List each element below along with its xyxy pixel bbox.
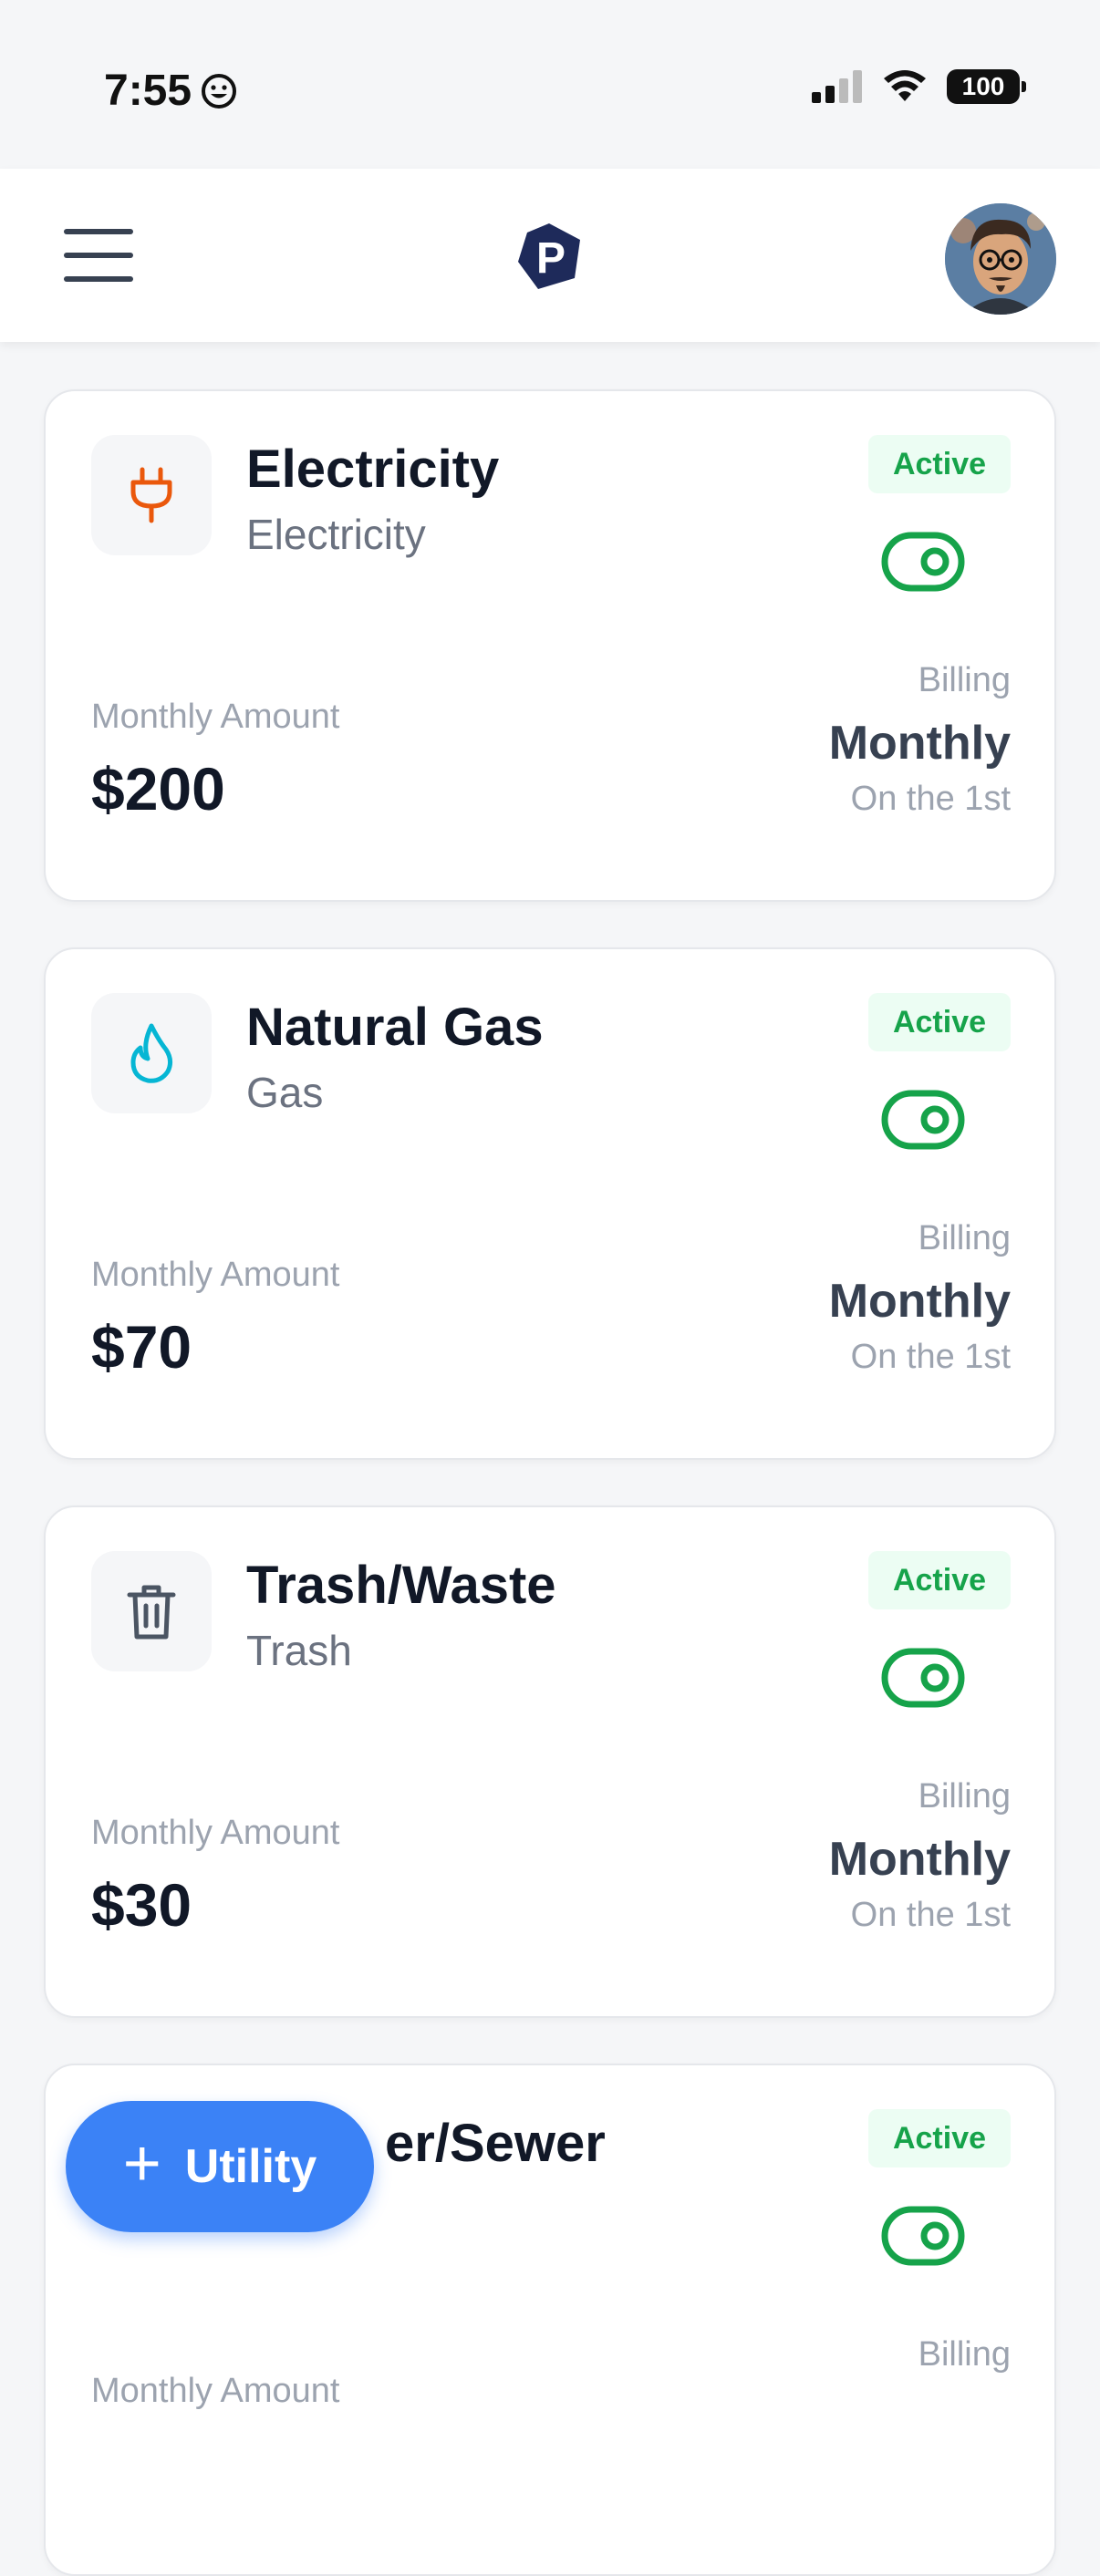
app-logo-icon[interactable]: P (514, 222, 584, 291)
amount-label: Monthly Amount (91, 1256, 340, 1294)
status-badge: Active (868, 435, 1011, 493)
billing-day: On the 1st (850, 1896, 1011, 1934)
billing-day: On the 1st (850, 1338, 1011, 1376)
battery-level: 100 (961, 72, 1005, 100)
hamburger-menu-icon[interactable] (64, 229, 133, 284)
status-icons: 100 (812, 69, 1026, 104)
utility-title: er/Sewer (385, 2114, 606, 2173)
active-toggle[interactable] (881, 2206, 965, 2266)
avatar-illustration-icon (945, 203, 1056, 315)
flame-icon (130, 1023, 173, 1083)
active-toggle[interactable] (881, 1648, 965, 1708)
utility-type: Gas (246, 1069, 324, 1116)
utility-card[interactable]: Natural Gas Gas Active Monthly Amount $7… (44, 947, 1056, 1460)
billing-label: Billing (918, 2335, 1011, 2374)
cellular-signal-icon (812, 70, 862, 103)
add-utility-button[interactable]: + Utility (66, 2101, 374, 2232)
amount-value: $200 (91, 755, 225, 822)
trash-icon (127, 1585, 176, 1640)
plus-icon: + (122, 2127, 161, 2200)
utility-card[interactable]: Electricity Electricity Active Monthly A… (44, 389, 1056, 902)
amount-value: $70 (91, 1313, 192, 1381)
billing-frequency: Monthly (828, 717, 1011, 770)
wifi-icon (884, 70, 926, 101)
utility-icon-box (91, 1551, 212, 1671)
utility-card[interactable]: Trash/Waste Trash Active Monthly Amount … (44, 1505, 1056, 2018)
billing-day: On the 1st (850, 780, 1011, 818)
status-time-text: 7:55 (104, 67, 192, 115)
billing-label: Billing (918, 1777, 1011, 1816)
active-toggle[interactable] (881, 1090, 965, 1150)
utility-title: Electricity (246, 440, 500, 499)
amount-value: $30 (91, 1871, 192, 1939)
billing-frequency: Monthly (828, 1275, 1011, 1328)
utility-title: Natural Gas (246, 998, 544, 1057)
app-header: P (0, 169, 1100, 342)
plug-icon (130, 467, 172, 523)
utility-icon-box (91, 435, 212, 555)
status-time: 7:55 (104, 66, 237, 116)
status-badge: Active (868, 2109, 1011, 2167)
active-toggle[interactable] (881, 532, 965, 592)
add-utility-label: Utility (184, 2140, 317, 2193)
status-bar: 7:55 100 (0, 0, 1100, 169)
smiley-icon (202, 73, 237, 109)
amount-label: Monthly Amount (91, 1814, 340, 1852)
utility-type: Electricity (246, 511, 426, 558)
amount-label: Monthly Amount (91, 698, 340, 736)
status-badge: Active (868, 1551, 1011, 1609)
billing-frequency: Monthly (828, 1833, 1011, 1886)
billing-label: Billing (918, 661, 1011, 699)
user-avatar[interactable] (945, 203, 1056, 315)
amount-label: Monthly Amount (91, 2372, 340, 2410)
status-badge: Active (868, 993, 1011, 1051)
billing-label: Billing (918, 1219, 1011, 1257)
battery-indicator: 100 (947, 69, 1026, 104)
utility-icon-box (91, 993, 212, 1113)
utility-title: Trash/Waste (246, 1556, 556, 1615)
utility-type: Trash (246, 1627, 352, 1674)
logo-letter: P (536, 234, 566, 283)
